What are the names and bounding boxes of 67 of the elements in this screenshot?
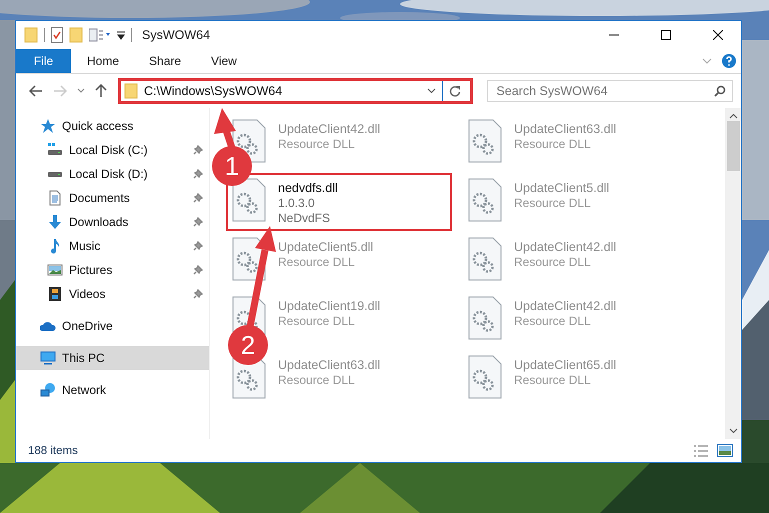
gear-file-icon (468, 119, 502, 163)
sidebar-item[interactable]: Local Disk (D:) (16, 162, 209, 186)
gear-file-icon (232, 178, 266, 222)
file-detail: Resource DLL (514, 255, 592, 270)
search-icon[interactable] (714, 85, 726, 97)
file-detail: Resource DLL (514, 137, 592, 152)
file-detail: Resource DLL (278, 137, 356, 152)
caret-up-icon[interactable] (728, 113, 738, 119)
address-bar[interactable]: C:\Windows\SysWOW64 (118, 78, 474, 104)
sidebar-item[interactable]: Network (16, 378, 209, 402)
gear-file-icon (468, 296, 502, 340)
file-detail: Resource DLL (514, 373, 592, 388)
computer-icon (40, 350, 56, 366)
caret-icon[interactable] (427, 88, 436, 94)
caret-icon[interactable] (117, 30, 125, 40)
ribbon-tab[interactable]: Share (135, 49, 196, 73)
file-detail: NeDvdFS (278, 211, 332, 226)
drive-icon (47, 142, 63, 158)
folder-icon (69, 27, 83, 43)
caret-down-icon[interactable] (728, 428, 738, 434)
thumbnail-view-icon[interactable] (717, 444, 733, 457)
ribbon-tab[interactable]: Home (73, 49, 134, 73)
caret-icon (77, 88, 85, 94)
file-detail: Resource DLL (278, 373, 356, 388)
refresh-icon[interactable] (449, 85, 462, 97)
file-detail: Resource DLL (514, 314, 592, 329)
forward-arrow-icon (53, 85, 67, 97)
gear-file-icon (468, 237, 502, 281)
gear-file-icon (468, 178, 502, 222)
properties-icon[interactable] (51, 27, 63, 43)
window-title: SysWOW64 (142, 28, 212, 42)
sidebar-item[interactable]: Music (16, 234, 209, 258)
file-menu-button[interactable]: File (16, 49, 71, 73)
help-icon[interactable] (722, 54, 736, 68)
scrollbar[interactable] (725, 108, 741, 439)
folder-icon (124, 83, 138, 99)
file-detail: Resource DLL (278, 314, 356, 329)
download-icon (47, 214, 63, 230)
close-icon (713, 30, 723, 40)
network-icon (40, 382, 56, 398)
sidebar-item[interactable]: Downloads (16, 210, 209, 234)
file-name[interactable]: nedvdfs.dll (278, 180, 338, 196)
star-icon (40, 118, 56, 134)
folder-icon (24, 27, 38, 43)
details-view-icon[interactable] (693, 444, 709, 458)
file-detail: 1.0.3.0 (278, 196, 316, 211)
sidebar-item[interactable]: This PC (16, 346, 209, 370)
sidebar-item[interactable]: Videos (16, 282, 209, 306)
document-icon (47, 190, 63, 206)
film-icon (47, 286, 63, 302)
back-arrow-icon (29, 85, 43, 97)
sidebar-item[interactable]: Quick access (16, 114, 209, 138)
item-count: 188 items (28, 444, 79, 456)
view-icon[interactable] (89, 28, 111, 42)
pictures-icon (47, 262, 63, 278)
file-detail: Resource DLL (278, 255, 356, 270)
search-field[interactable]: Search SysWOW64 (487, 80, 733, 102)
sidebar-item[interactable]: Local Disk (C:) (16, 138, 209, 162)
gear-file-icon (468, 355, 502, 399)
maximize-icon (661, 30, 671, 40)
sidebar-item[interactable]: Pictures (16, 258, 209, 282)
scroll-thumb[interactable] (726, 121, 740, 171)
sidebar-item[interactable]: Documents (16, 186, 209, 210)
ribbon-tab[interactable]: View (197, 49, 251, 73)
file-detail: Resource DLL (514, 196, 592, 211)
up-arrow-icon (95, 84, 107, 98)
sidebar-item[interactable]: OneDrive (16, 314, 209, 338)
